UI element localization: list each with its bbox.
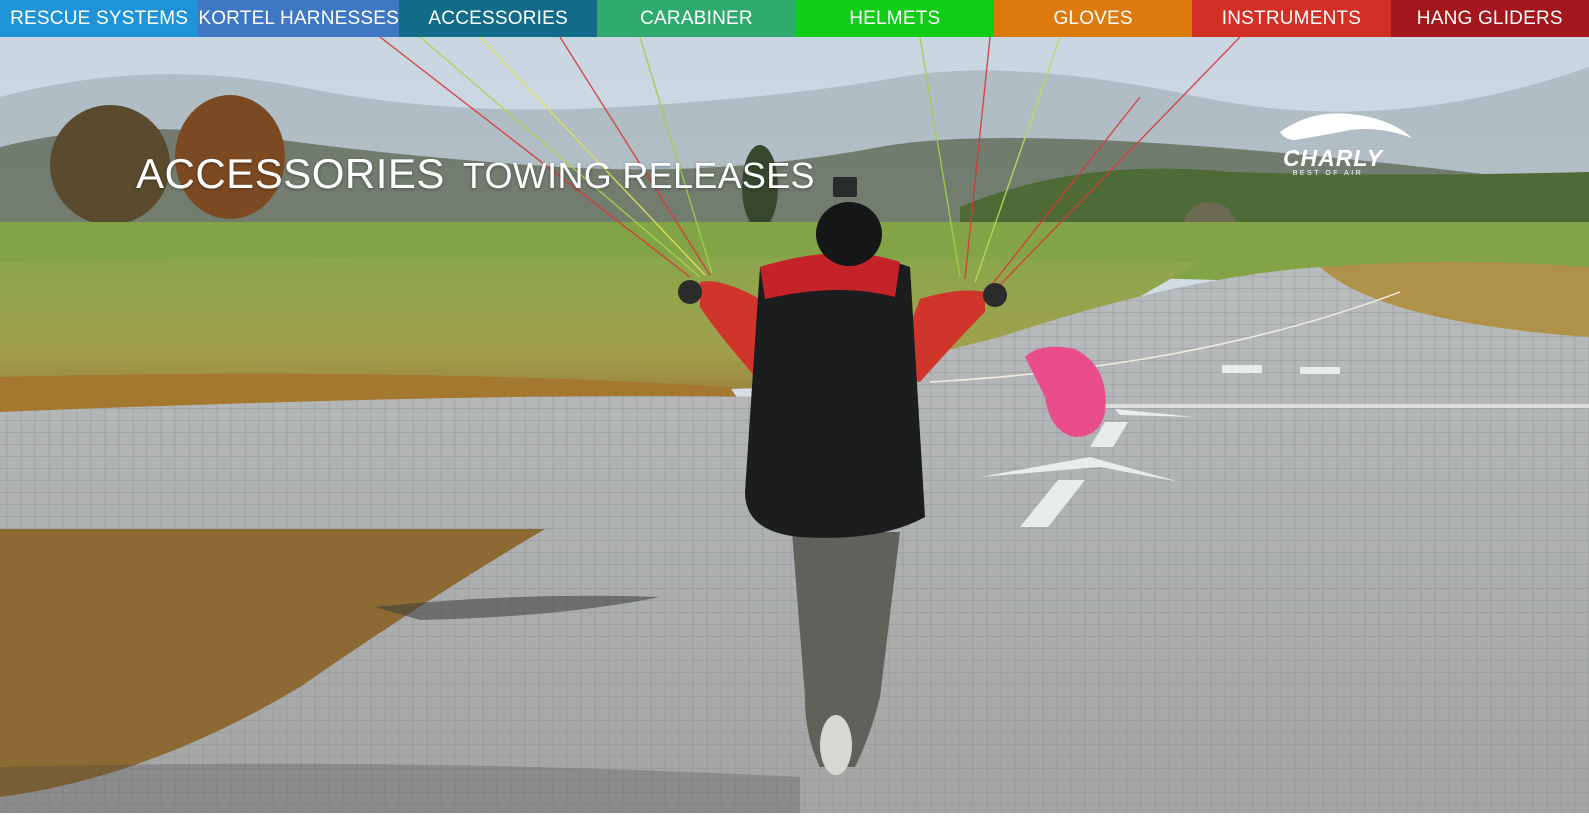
page-title: ACCESSORIES TOWING RELEASES xyxy=(136,150,815,198)
category-nav: RESCUE SYSTEMS KORTEL HARNESSES ACCESSOR… xyxy=(0,0,1589,37)
nav-item-kortel-harnesses[interactable]: KORTEL HARNESSES xyxy=(198,0,399,37)
category-title: ACCESSORIES xyxy=(136,150,445,197)
nav-item-gloves[interactable]: GLOVES xyxy=(993,0,1193,37)
logo-tagline: BEST OF AIR xyxy=(1292,170,1364,177)
nav-item-rescue-systems[interactable]: RESCUE SYSTEMS xyxy=(0,0,199,37)
nav-item-instruments[interactable]: INSTRUMENTS xyxy=(1192,0,1391,37)
logo-name: CHARLY xyxy=(1282,145,1384,171)
nav-item-helmets[interactable]: HELMETS xyxy=(795,0,994,37)
page-subtitle: TOWING RELEASES xyxy=(462,155,815,196)
nav-item-carabiner[interactable]: CARABINER xyxy=(597,0,796,37)
nav-item-hang-gliders[interactable]: HANG GLIDERS xyxy=(1390,0,1589,37)
nav-item-accessories[interactable]: ACCESSORIES xyxy=(398,0,598,37)
